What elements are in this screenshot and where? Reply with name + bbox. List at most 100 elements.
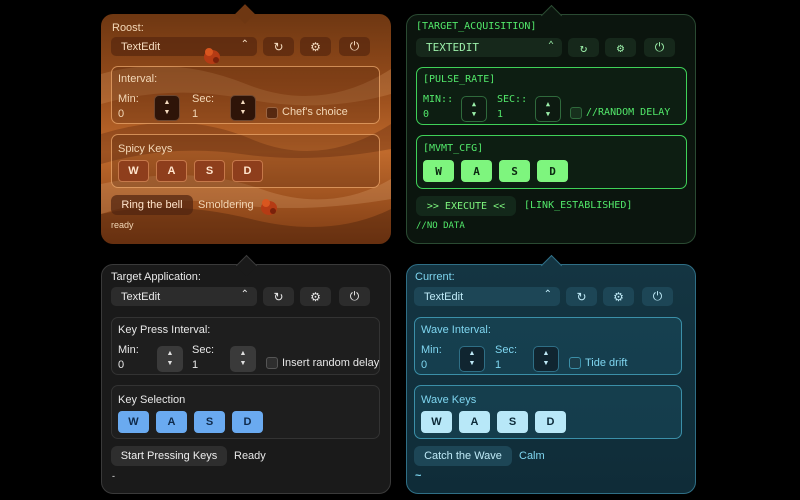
start-button[interactable]: Catch the Wave [414,446,512,466]
popover-arrow [540,4,563,27]
sec-value[interactable]: 1 [192,359,198,371]
random-delay-label: Tide drift [585,357,628,369]
stepper-arrows-icon: ▲ ▼ [239,99,247,116]
app-select-value: TextEdit [121,40,161,53]
random-delay-checkbox[interactable] [569,357,581,369]
random-delay-label: Insert random delay [282,357,380,369]
min-stepper[interactable]: ▲ ▼ [461,96,487,122]
key-a[interactable]: A [156,160,187,182]
app-select[interactable]: TextEdit ⌃ [111,37,257,56]
sec-label: SEC:: [497,94,528,105]
power-icon: ⏻ [654,40,665,54]
interval-label: [PULSE_RATE] [423,74,496,85]
key-w[interactable]: W [421,411,452,433]
key-s[interactable]: S [499,160,530,182]
gear-icon: ⚙ [613,289,624,304]
key-s[interactable]: S [497,411,528,433]
start-button[interactable]: Ring the bell [111,195,193,215]
keys-group: Spicy Keys W A S D [111,134,380,188]
interval-group: Key Press Interval: Min: 0 ▲ ▼ Sec: 1 ▲ ▼ … [111,317,380,375]
settings-button[interactable]: ⚙ [300,287,331,306]
fire-creature-icon [204,48,220,64]
footer-text: ready [111,220,134,230]
app-select[interactable]: TEXTEDIT ⌃ [416,38,562,57]
power-button[interactable]: ⏻ [642,287,673,306]
terminal-panel: [TARGET_ACQUISITION] TEXTEDIT ⌃ ↻ ⚙ ⏻ [P… [406,4,696,244]
keys-label: Spicy Keys [118,143,173,155]
refresh-icon: ↻ [273,39,284,54]
chevron-up-down-icon: ⌃ [547,40,554,51]
sec-stepper[interactable]: ▲ ▼ [535,96,561,122]
refresh-icon: ↻ [576,289,587,304]
refresh-button[interactable]: ↻ [263,287,294,306]
sec-label: Sec: [192,93,215,105]
refresh-icon: ↻ [579,40,588,55]
settings-button[interactable]: ⚙ [603,287,634,306]
min-label: Min: [118,93,139,105]
min-stepper[interactable]: ▲ ▼ [459,346,485,372]
key-s[interactable]: S [194,411,225,433]
refresh-icon: ↻ [273,289,284,304]
keys-label: Wave Keys [421,394,477,406]
refresh-button[interactable]: ↻ [566,287,597,306]
sec-value[interactable]: 1 [192,108,198,120]
keys-label: [MVMT_CFG] [423,143,484,154]
standard-panel: Target Application: TextEdit ⌃ ↻ ⚙ ⏻ Key… [101,254,391,494]
start-button[interactable]: Start Pressing Keys [111,446,227,466]
stepper-arrows-icon: ▲ ▼ [239,350,247,367]
random-delay-checkbox[interactable] [570,107,582,119]
refresh-button[interactable]: ↻ [568,38,599,57]
start-button[interactable]: >> EXECUTE << [416,196,516,216]
random-delay-checkbox[interactable] [266,357,278,369]
stepper-arrows-icon: ▲ ▼ [542,350,550,367]
power-button[interactable]: ⏻ [644,38,675,57]
status-text: Ready [234,450,266,462]
random-delay-checkbox[interactable] [266,107,278,119]
key-d[interactable]: D [535,411,566,433]
key-d[interactable]: D [232,160,263,182]
refresh-button[interactable]: ↻ [263,37,294,56]
key-d[interactable]: D [232,411,263,433]
keys-group: [MVMT_CFG] W A S D [416,135,687,189]
settings-button[interactable]: ⚙ [300,37,331,56]
app-select[interactable]: TextEdit ⌃ [111,287,257,306]
sec-label: Sec: [192,344,215,356]
app-select[interactable]: TextEdit ⌃ [414,287,560,306]
app-select-value: TextEdit [121,290,161,303]
panel-title: Current: [415,271,455,283]
power-button[interactable]: ⏻ [339,37,370,56]
power-button[interactable]: ⏻ [339,287,370,306]
sec-stepper[interactable]: ▲ ▼ [230,95,256,121]
settings-button[interactable]: ⚙ [605,38,636,57]
panel-title: [TARGET_ACQUISITION] [416,21,537,32]
min-value[interactable]: 0 [118,108,124,120]
status-text: [LINK_ESTABLISHED] [524,200,633,211]
key-a[interactable]: A [459,411,490,433]
min-value[interactable]: 0 [423,109,429,120]
sec-stepper[interactable]: ▲ ▼ [533,346,559,372]
min-stepper[interactable]: ▲ ▼ [154,95,180,121]
key-s[interactable]: S [194,160,225,182]
key-a[interactable]: A [156,411,187,433]
panel-title: Target Application: [111,271,201,283]
footer-text: //NO DATA [416,221,465,231]
interval-label: Interval: [118,73,158,85]
roost-panel: Roost: TextEdit ⌃ ↻ ⚙ ⏻ Interval: Min: 0… [101,4,391,244]
key-w[interactable]: W [118,160,149,182]
key-w[interactable]: W [423,160,454,182]
stepper-arrows-icon: ▲ ▼ [166,350,174,367]
interval-group: [PULSE_RATE] MIN:: 0 ▲ ▼ SEC:: 1 ▲ ▼ //RAN… [416,67,687,125]
sec-stepper[interactable]: ▲ ▼ [230,346,256,372]
min-value[interactable]: 0 [118,359,124,371]
key-d[interactable]: D [537,160,568,182]
status-text: Calm [519,450,545,462]
sec-label: Sec: [495,344,518,356]
min-label: MIN:: [423,94,454,105]
sec-value[interactable]: 1 [497,109,503,120]
keys-label: Key Selection [118,394,186,406]
key-w[interactable]: W [118,411,149,433]
min-value[interactable]: 0 [421,359,427,371]
key-a[interactable]: A [461,160,492,182]
min-stepper[interactable]: ▲ ▼ [157,346,183,372]
sec-value[interactable]: 1 [495,359,501,371]
